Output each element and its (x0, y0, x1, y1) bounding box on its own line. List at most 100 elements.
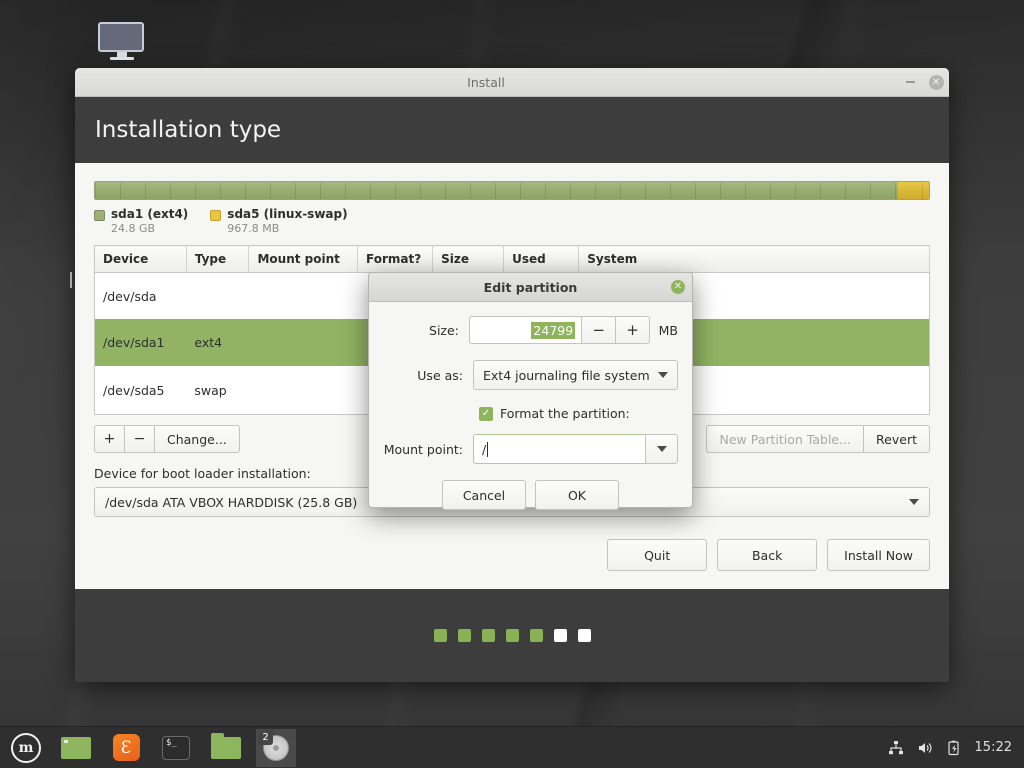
column-header[interactable]: Size (432, 245, 505, 273)
page-title: Installation type (95, 117, 282, 143)
cell-mount (248, 319, 358, 367)
add-remove-change-group: + − Change... (94, 425, 240, 453)
partition-legend: sda1 (ext4) 24.8 GB sda5 (linux-swap) 967.8… (94, 207, 930, 235)
monitor-base (110, 57, 134, 60)
mount-point-dropdown-button[interactable] (645, 434, 678, 464)
column-header[interactable]: System (578, 245, 930, 273)
column-header[interactable]: Mount point (248, 245, 359, 273)
taskbar-launchers: m Ɛ $_ 2 (0, 728, 296, 767)
chevron-down-icon (656, 446, 667, 452)
partition-segment-sda5 (897, 182, 929, 199)
back-button[interactable]: Back (717, 539, 818, 571)
cell-device: /dev/sda1 (94, 319, 187, 367)
mount-point-field-row: Mount point: / (383, 434, 678, 464)
progress-dots (433, 629, 591, 642)
table-actions-group: New Partition Table... Revert (706, 425, 930, 453)
minimize-button[interactable] (897, 68, 923, 97)
progress-dot (529, 629, 543, 642)
cell-device: /dev/sda5 (103, 382, 165, 398)
dialog-close-icon[interactable]: ✕ (671, 280, 685, 294)
taskbar: m Ɛ $_ 2 15:22 (0, 726, 1024, 768)
cell-mount (249, 366, 358, 414)
add-partition-button[interactable]: + (94, 425, 124, 453)
mount-point-input[interactable]: / (473, 434, 645, 464)
install-now-button[interactable]: Install Now (827, 539, 930, 571)
wizard-buttons: Quit Back Install Now (94, 539, 930, 571)
column-header[interactable]: Type (186, 245, 250, 273)
cell-type: ext4 (186, 319, 249, 367)
cell-type: swap (194, 382, 227, 398)
chevron-down-icon (909, 499, 919, 505)
size-field-row: Size: 24799 − + MB (383, 316, 678, 344)
terminal-icon: $_ (162, 735, 190, 760)
size-input[interactable]: 24799 (468, 316, 582, 344)
partition-table-actions: New Partition Table... Revert (706, 425, 930, 453)
legend-item: sda1 (ext4) 24.8 GB (94, 207, 188, 235)
table-header-row: Device Type Mount point Format? Size Used Syst… (94, 245, 930, 273)
dialog-titlebar[interactable]: Edit partition ✕ (369, 273, 692, 302)
taskbar-item-firefox[interactable]: Ɛ (106, 729, 146, 767)
column-header[interactable]: Device (94, 245, 187, 273)
partition-table-head: Device Type Mount point Format? Size Used Syst… (94, 245, 930, 273)
format-partition-row[interactable]: ✓ Format the partition: (479, 406, 678, 421)
close-button[interactable]: ✕ (923, 68, 949, 97)
format-label: Format the partition: (500, 406, 630, 421)
mount-point-value: / (482, 441, 487, 457)
window-count-badge: 2 (258, 729, 273, 745)
progress-dot (481, 629, 495, 642)
progress-dot (457, 629, 471, 642)
quit-button[interactable]: Quit (607, 539, 708, 571)
page-header: Installation type (75, 97, 949, 163)
network-icon[interactable] (888, 740, 904, 756)
firefox-icon: Ɛ (112, 734, 140, 761)
edit-partition-dialog: Edit partition ✕ Size: 24799 − + MB Use … (368, 272, 693, 510)
new-partition-table-button[interactable]: New Partition Table... (706, 425, 864, 453)
size-unit-label: MB (658, 322, 679, 338)
system-tray: 15:22 (888, 740, 1024, 756)
text-cursor (487, 441, 489, 457)
format-checkbox[interactable]: ✓ (479, 406, 493, 421)
volume-icon[interactable] (917, 740, 933, 756)
remove-partition-button[interactable]: − (124, 425, 154, 453)
mount-point-label: Mount point: (383, 441, 463, 457)
mint-logo-icon: m (11, 732, 41, 763)
clock[interactable]: 15:22 (975, 740, 1012, 755)
progress-dot (577, 629, 591, 642)
size-decrement-button[interactable]: − (581, 316, 616, 344)
desktop: Install ✕ Installation type sda1 (ext4) 2… (0, 0, 1024, 768)
progress-dot (505, 629, 519, 642)
battery-charging-icon[interactable] (946, 740, 962, 756)
taskbar-item-installer[interactable]: 2 (256, 728, 296, 767)
desktop-computer-icon[interactable] (98, 22, 146, 66)
ok-button[interactable]: OK (535, 480, 619, 510)
use-as-value: Ext4 journaling file system (483, 367, 650, 383)
legend-swatch-icon (210, 210, 222, 221)
monitor-screen (98, 22, 144, 52)
partition-segment-sda1 (95, 182, 898, 199)
change-partition-button[interactable]: Change... (154, 425, 240, 453)
window-titlebar[interactable]: Install ✕ (75, 68, 949, 97)
column-header[interactable]: Used (503, 245, 580, 273)
taskbar-item-terminal[interactable]: $_ (156, 729, 196, 767)
dialog-title: Edit partition (483, 279, 578, 295)
cell-device: /dev/sda (103, 288, 157, 304)
legend-swatch-icon (94, 210, 105, 221)
taskbar-item-files[interactable] (206, 729, 246, 767)
cell-type (186, 273, 249, 320)
revert-button[interactable]: Revert (863, 425, 930, 453)
progress-dot (433, 629, 447, 642)
text-caret-artifact (70, 272, 72, 288)
column-header[interactable]: Format? (357, 245, 434, 273)
dialog-body: Size: 24799 − + MB Use as: Ext4 journali… (369, 302, 692, 510)
installer-footer (75, 589, 949, 682)
taskbar-item-window[interactable] (56, 729, 96, 767)
dialog-buttons: Cancel OK (383, 480, 678, 510)
legend-name: sda1 (ext4) (111, 207, 189, 221)
folder-icon (211, 732, 241, 759)
use-as-select[interactable]: Ext4 journaling file system (473, 360, 678, 390)
progress-dot (553, 629, 567, 642)
cancel-button[interactable]: Cancel (442, 480, 526, 510)
legend-size: 967.8 MB (227, 222, 280, 235)
size-increment-button[interactable]: + (615, 316, 650, 344)
mint-menu-button[interactable]: m (6, 729, 46, 767)
